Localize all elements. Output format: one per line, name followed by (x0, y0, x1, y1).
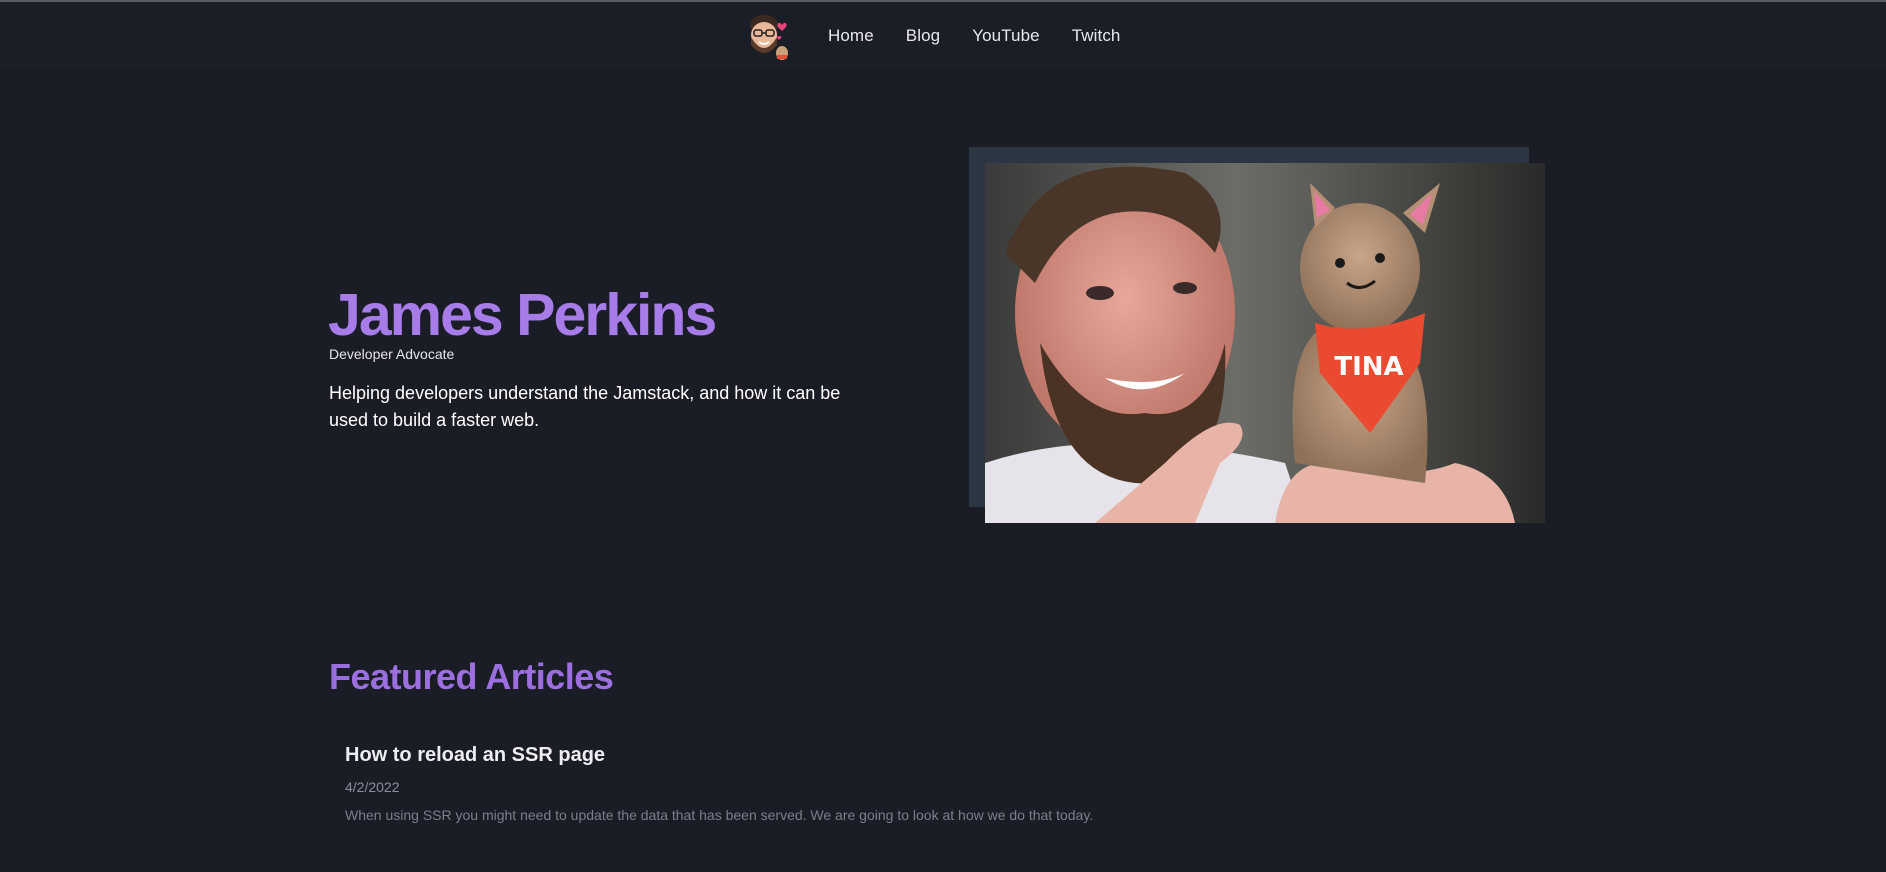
hero-photo: TINA (985, 163, 1545, 523)
avatar-icon (750, 15, 788, 60)
hero-name-heading: James Perkins (328, 282, 717, 348)
nav-link-youtube[interactable]: YouTube (972, 26, 1040, 46)
nav-link-home[interactable]: Home (828, 26, 874, 46)
hero-role-subtitle: Developer Advocate (329, 346, 455, 362)
featured-articles-heading: Featured Articles (329, 656, 614, 697)
nav-link-blog[interactable]: Blog (906, 26, 940, 46)
article-date: 4/2/2022 (345, 779, 400, 795)
site-logo-avatar[interactable] (742, 11, 792, 61)
article-title-link[interactable]: How to reload an SSR page (345, 744, 605, 767)
hero-photo-image: TINA (985, 163, 1545, 523)
llama-bandana-text: TINA (1334, 352, 1403, 382)
article-card: How to reload an SSR page 4/2/2022 When … (345, 744, 1245, 823)
nav-container: Home Blog YouTube Twitch (742, 10, 1152, 62)
hero-description: Helping developers understand the Jamsta… (329, 383, 841, 430)
top-navbar: Home Blog YouTube Twitch (0, 2, 1886, 66)
nav-link-twitch[interactable]: Twitch (1072, 26, 1121, 46)
article-excerpt: When using SSR you might need to update … (345, 807, 1094, 823)
